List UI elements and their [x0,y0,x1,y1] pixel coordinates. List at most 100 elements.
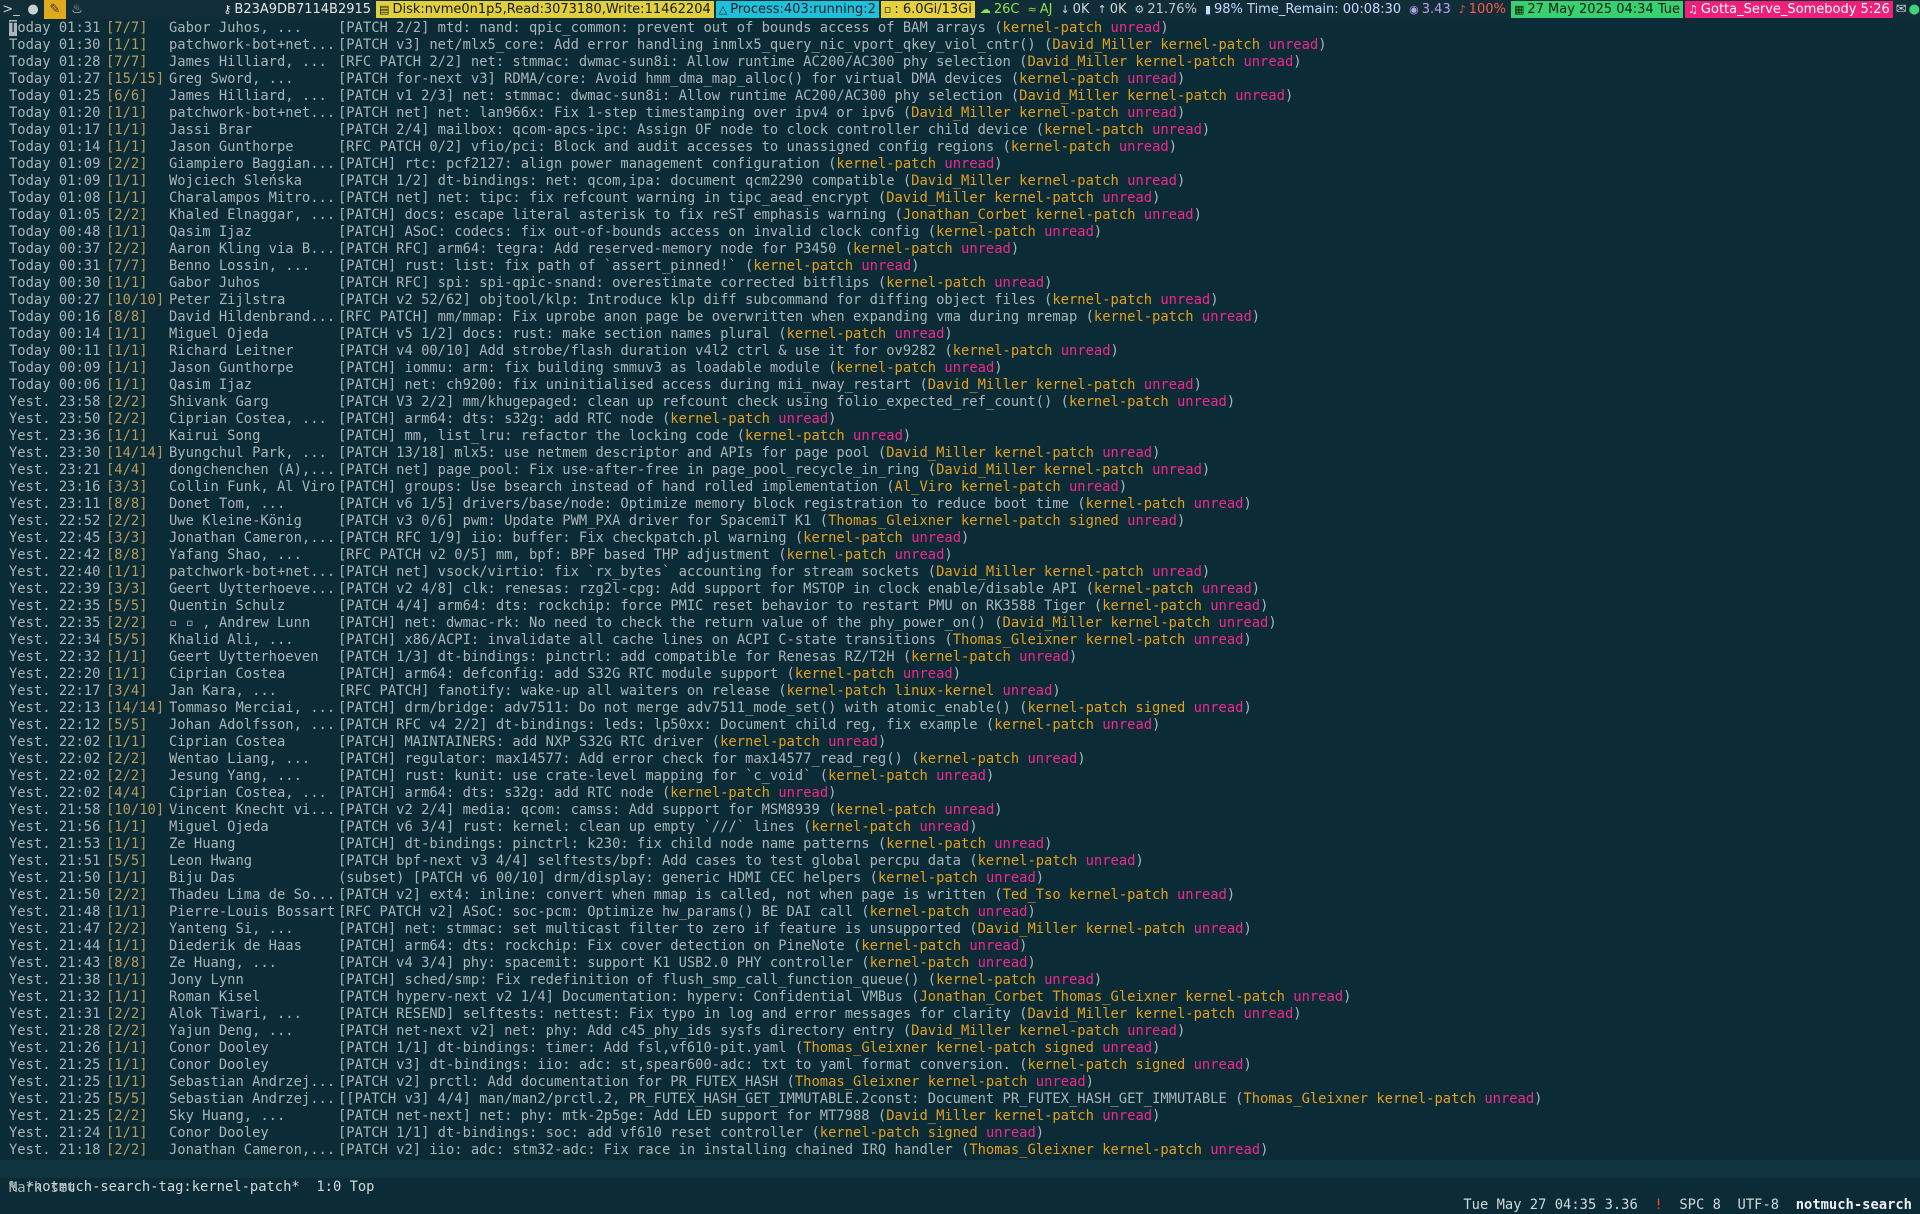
message-row[interactable]: Yest. 22:17 [3/4] Jan Kara, ... [RFC PATCH]… [9,683,1914,700]
message-row[interactable]: Today 01:09 [2/2] Giampiero Baggian... [PAT… [9,156,1914,173]
tag-paren: ( [1077,309,1094,325]
message-row[interactable]: Yest. 23:30 [14/14] Byungchul Park, ... [PA… [9,445,1914,462]
tray-app-icon[interactable]: ● [1909,2,1920,17]
message-row[interactable]: Yest. 22:12 [5/5] Johan Adolfsson, ... [PAT… [9,717,1914,734]
message-row[interactable]: Today 00:06 [1/1] Qasim Ijaz [PATCH] net: c… [9,377,1914,394]
message-row[interactable]: Yest. 23:50 [2/2] Ciprian Costea, ... [PATC… [9,411,1914,428]
editor-icon[interactable]: ✎ [44,0,66,19]
message-authors: Conor Dooley [169,1125,269,1141]
message-row[interactable]: Yest. 22:02 [2/2] Jesung Yang, ... [PATCH] … [9,768,1914,785]
message-row[interactable]: Yest. 21:25 [2/2] Sky Huang, ... [PATCH net… [9,1108,1914,1125]
message-row[interactable]: Yest. 22:02 [4/4] Ciprian Costea, ... [PATC… [9,785,1914,802]
message-row[interactable]: Today 01:27 [15/15] Greg Sword, ... [PATCH … [9,71,1914,88]
message-authors: Yajun Deng, ... [169,1023,294,1039]
message-row[interactable]: Yest. 21:51 [5/5] Leon Hwang [PATCH bpf-nex… [9,853,1914,870]
message-row[interactable]: Today 01:30 [1/1] patchwork-bot+net... [PAT… [9,37,1914,54]
message-row[interactable]: Today 01:25 [6/6] James Hilliard, ... [PATC… [9,88,1914,105]
message-subject: [PATCH net] vsock/virtio: fix `rx_bytes`… [338,564,920,580]
flame-icon[interactable]: ♨ [66,0,88,19]
message-row[interactable]: Yest. 21:50 [2/2] Thadeu Lima de So... [PAT… [9,887,1914,904]
unread-tag: unread [977,955,1028,971]
message-row[interactable]: Yest. 21:47 [2/2] Yanteng Si, ... [PATCH] n… [9,921,1914,938]
message-row[interactable]: Today 01:14 [1/1] Jason Gunthorpe [RFC PATC… [9,139,1914,156]
message-row[interactable]: Yest. 21:38 [1/1] Jony Lynn [PATCH] sched/s… [9,972,1914,989]
message-row[interactable]: Yest. 22:40 [1/1] patchwork-bot+net... [PAT… [9,564,1914,581]
message-row[interactable]: Yest. 23:11 [8/8] Donet Tom, ... [PATCH v6 … [9,496,1914,513]
unread-tag: unread [1218,615,1269,631]
message-row[interactable]: Today 01:09 [1/1] Wojciech Sleńska [PATCH 1… [9,173,1914,190]
tag-paren: ) [994,360,1003,376]
message-row[interactable]: Today 00:30 [1/1] Gabor Juhos [PATCH RFC] s… [9,275,1914,292]
message-row[interactable]: Yest. 22:02 [1/1] Ciprian Costea [PATCH] MA… [9,734,1914,751]
message-subject: [PATCH 1/3] dt-bindings: pinctrl: add co… [338,649,895,665]
message-row[interactable]: Today 00:27 [10/10] Peter Zijlstra [PATCH v… [9,292,1914,309]
emacs-icon[interactable]: ● [22,0,44,19]
message-row[interactable]: Yest. 21:24 [1/1] Conor Dooley [PATCH 1/1] … [9,1125,1914,1142]
message-row[interactable]: Today 00:37 [2/2] Aaron Kling via B... [PAT… [9,241,1914,258]
message-row[interactable]: Yest. 22:39 [3/3] Geert Uytterhoeve... [PAT… [9,581,1914,598]
message-row[interactable]: Yest. 21:56 [1/1] Miguel Ojeda [PATCH v6 3/… [9,819,1914,836]
message-row[interactable]: Yest. 21:43 [8/8] Ze Huang, ... [PATCH v4 3… [9,955,1914,972]
message-row[interactable]: Yest. 21:26 [1/1] Conor Dooley [PATCH 1/1] … [9,1040,1914,1057]
message-row[interactable]: Yest. 21:44 [1/1] Diederik de Haas [PATCH] … [9,938,1914,955]
message-row[interactable]: Yest. 22:45 [3/3] Jonathan Cameron,... [PAT… [9,530,1914,547]
message-row[interactable]: Yest. 23:58 [2/2] Shivank Garg [PATCH V3 2/… [9,394,1914,411]
message-row[interactable]: Today 00:14 [1/1] Miguel Ojeda [PATCH v5 1/… [9,326,1914,343]
message-authors: Peter Zijlstra [169,292,286,308]
message-row[interactable]: Today 01:17 [1/1] Jassi Brar [PATCH 2/4] ma… [9,122,1914,139]
terminal-icon[interactable]: >_ [0,0,22,19]
message-tags: kernel-patch [936,224,1036,240]
message-row[interactable]: Today 01:20 [1/1] patchwork-bot+net... [PAT… [9,105,1914,122]
volume-status[interactable]: ♪ 100% [1456,1,1509,18]
tag-paren: ) [1260,1142,1269,1158]
message-row[interactable]: Yest. 21:53 [1/1] Ze Huang [PATCH] dt-bindi… [9,836,1914,853]
message-row[interactable]: Yest. 22:13 [14/14] Tommaso Merciai, ... [P… [9,700,1914,717]
message-row[interactable]: Yest. 21:18 [2/2] Jonathan Cameron,... [PAT… [9,1142,1914,1159]
message-row[interactable]: Yest. 22:20 [1/1] Ciprian Costea [PATCH] ar… [9,666,1914,683]
message-row[interactable]: Yest. 23:21 [4/4] dongchenchen (A),... [PAT… [9,462,1914,479]
message-row[interactable]: Today 01:05 [2/2] Khaled Elnaggar, ... [PAT… [9,207,1914,224]
date-status[interactable]: ▦ 27 May 2025 04:34 Tue [1510,1,1684,18]
message-row[interactable]: Today 00:09 [1/1] Jason Gunthorpe [PATCH] i… [9,360,1914,377]
tag-space [1185,632,1193,648]
message-tags: kernel-patch signed [819,1125,978,1141]
message-row[interactable]: Today 01:31 [7/7] Gabor Juhos, ... [PATCH 2… [9,20,1914,37]
message-row[interactable]: Yest. 21:50 [1/1] Biju Das (subset) [PATCH … [9,870,1914,887]
mail-icon[interactable]: ✉ [1896,2,1907,17]
message-row[interactable]: Yest. 22:02 [2/2] Wentao Liang, ... [PATCH]… [9,751,1914,768]
notmuch-search-results[interactable]: Today 01:31 [7/7] Gabor Juhos, ... [PATCH 2… [9,20,1914,1159]
message-row[interactable]: Yest. 22:35 [5/5] Quentin Schulz [PATCH 4/4… [9,598,1914,615]
message-row[interactable]: Yest. 23:36 [1/1] Kairui Song [PATCH] mm, l… [9,428,1914,445]
tag-paren: ( [960,921,978,937]
unread-tag: unread [1176,394,1227,410]
message-row[interactable]: Yest. 21:28 [2/2] Yajun Deng, ... [PATCH ne… [9,1023,1914,1040]
tag-space [1102,20,1110,36]
message-row[interactable]: Yest. 23:16 [3/3] Collin Funk, Al Viro [PAT… [9,479,1914,496]
message-row[interactable]: Today 00:48 [1/1] Qasim Ijaz [PATCH] ASoC: … [9,224,1914,241]
message-row[interactable]: Yest. 22:42 [8/8] Yafang Shao, ... [RFC PAT… [9,547,1914,564]
message-row[interactable]: Today 00:31 [7/7] Benno Lossin, ... [PATCH]… [9,258,1914,275]
message-row[interactable]: Today 01:28 [7/7] James Hilliard, ... [RFC … [9,54,1914,71]
message-row[interactable]: Yest. 21:31 [2/2] Alok Tiwari, ... [PATCH R… [9,1006,1914,1023]
tag-space [886,547,894,563]
message-row[interactable]: Yest. 22:35 [2/2] ▫ ▫ , Andrew Lunn [PATCH]… [9,615,1914,632]
message-authors: Jason Gunthorpe [169,139,294,155]
message-row[interactable]: Yest. 21:32 [1/1] Roman Kisel [PATCH hyperv… [9,989,1914,1006]
message-tags: kernel-patch [1010,139,1111,155]
message-row[interactable]: Today 01:08 [1/1] Charalampos Mitro... [PAT… [9,190,1914,207]
message-row[interactable]: Today 00:11 [1/1] Richard Leitner [PATCH v4… [9,343,1914,360]
message-authors: David Hildenbrand... [169,309,336,325]
message-row[interactable]: Today 00:16 [8/8] David Hildenbrand... [RFC… [9,309,1914,326]
tag-paren: ( [886,207,903,223]
message-row[interactable]: Yest. 21:25 [1/1] Sebastian Andrzej... [PAT… [9,1074,1914,1091]
message-authors: Kairui Song [169,428,261,444]
message-row[interactable]: Yest. 22:34 [5/5] Khalid Ali, ... [PATCH] x… [9,632,1914,649]
message-row[interactable]: Yest. 21:25 [1/1] Conor Dooley [PATCH v3] d… [9,1057,1914,1074]
message-row[interactable]: Yest. 21:58 [10/10] Vincent Knecht vi... [P… [9,802,1914,819]
message-row[interactable]: Yest. 22:32 [1/1] Geert Uytterhoeven [PATCH… [9,649,1914,666]
message-row[interactable]: Yest. 21:25 [5/5] Sebastian Andrzej... [[PA… [9,1091,1914,1108]
message-row[interactable]: Yest. 21:48 [1/1] Pierre-Louis Bossart [RFC… [9,904,1914,921]
tag-space [928,768,936,784]
music-status[interactable]: ♫ Gotta_Serve_Somebody 5:26 [1685,1,1893,18]
message-row[interactable]: Yest. 22:52 [2/2] Uwe Kleine-König [PATCH v… [9,513,1914,530]
